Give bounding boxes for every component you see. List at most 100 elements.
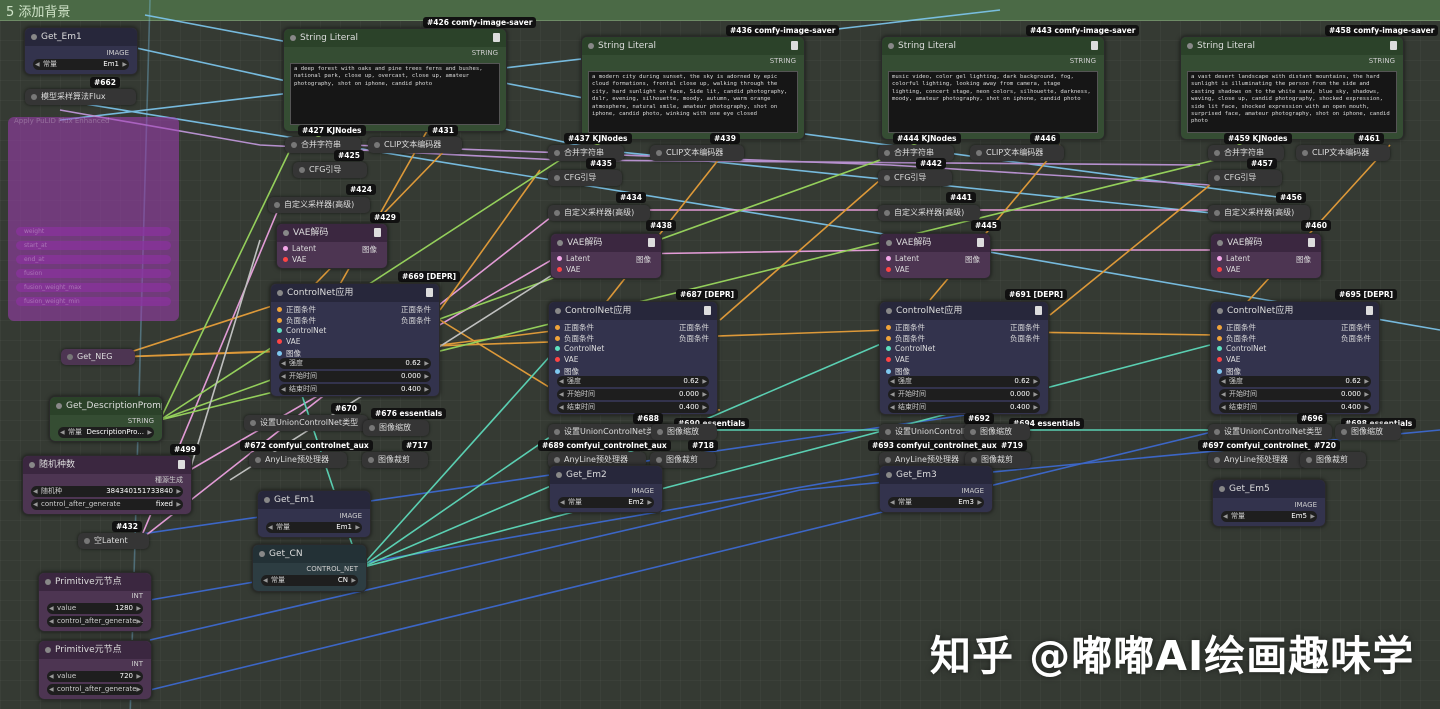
get-em-constant[interactable]: 常量Em1 [266,522,362,533]
vae-input[interactable]: VAE [566,265,581,274]
anyline-preprocessor-node[interactable]: AnyLine预处理器 [1208,452,1306,468]
string-literal-node[interactable]: String Literal STRING a deep forest with… [283,28,507,132]
pulid-node-bypassed[interactable]: Apply PuLID Flux Enhanced weight start_a… [8,117,179,321]
latent-input[interactable]: Latent [566,254,590,263]
get-em-node[interactable]: Get_Em2 IMAGE 常量Em2 [549,465,663,513]
vae-input[interactable]: VAE [292,255,307,264]
start-percent-widget[interactable]: 开始时间0.000 [1219,389,1371,400]
latent-input[interactable]: Latent [292,244,316,253]
get-em-node[interactable]: Get_Em3 IMAGE 常量Em3 [879,465,993,513]
get-description-output[interactable]: STRING [128,417,154,425]
pulid-start-at[interactable]: start_at [16,241,171,250]
document-icon[interactable] [1308,238,1315,247]
positive-output[interactable]: 正面条件 [679,322,709,333]
pulid-end-at[interactable]: end_at [16,255,171,264]
cfg-guider-node[interactable]: CFG引导 [548,170,622,186]
empty-latent-node[interactable]: 空Latent [78,533,149,549]
strength-widget[interactable]: 强度0.62 [888,376,1040,387]
end-percent-widget[interactable]: 结束时间0.400 [1219,402,1371,413]
primitive-width-control[interactable]: control_after_generate... [47,616,143,627]
positive-output[interactable]: 正面条件 [1010,322,1040,333]
get-em-node[interactable]: Get_Em1 IMAGE 常量Em1 [257,490,371,538]
pulid-fusion-min[interactable]: fusion_weight_min [16,297,171,306]
primitive-height-node[interactable]: Primitive元节点 INT value720 control_after_… [38,640,152,700]
prompt-textarea[interactable]: music video, color gel lighting, dark ba… [888,71,1098,133]
graph-canvas[interactable]: 5 添加背景 Apply PuLID Flux Enhanced weight … [0,0,1440,709]
image-scale-node[interactable]: 图像缩放 [651,424,717,440]
get-cn-constant[interactable]: 常量CN [261,575,358,586]
get-em1-constant[interactable]: 常量Em1 [33,59,129,70]
primitive-height-value[interactable]: value720 [47,671,143,682]
seed-widget[interactable]: 随机种384340151733840 [31,486,183,497]
vae-decode-node[interactable]: VAE解码 Latent VAE 图像 [1210,233,1322,279]
vae-input[interactable]: VAE [895,265,910,274]
document-icon[interactable] [648,238,655,247]
model-sampling-flux-node[interactable]: 模型采样算法Flux [25,89,136,105]
latent-input[interactable]: Latent [1226,254,1250,263]
cfg-guider-node[interactable]: CFG引导 [1208,170,1282,186]
image-output[interactable]: 图像 [965,254,980,265]
pulid-fusion[interactable]: fusion [16,269,171,278]
custom-sampler-node[interactable]: 自定义采样器(高级) [548,205,650,221]
get-description-prompt-node[interactable]: Get_DescriptionPrompt STRING 常量Descripti… [49,396,163,442]
get-em-output[interactable]: IMAGE [631,487,654,495]
get-em1-node[interactable]: Get_Em1 IMAGE 常量Em1 [24,27,138,75]
image-crop-node[interactable]: 图像裁剪 [1300,452,1366,468]
end-percent-widget[interactable]: 结束时间0.400 [888,402,1040,413]
string-literal-node[interactable]: String Literal STRING a modern city duri… [581,36,805,140]
control-after-generate-widget[interactable]: control_after_generatefixed [31,499,183,510]
custom-sampler-node[interactable]: 自定义采样器(高级) [268,197,370,213]
get-cn-node[interactable]: Get_CN CONTROL_NET 常量CN [252,544,367,592]
pulid-weight[interactable]: weight [16,227,171,236]
get-em-output[interactable]: IMAGE [961,487,984,495]
negative-output[interactable]: 负面条件 [1341,333,1371,344]
controlnet-apply-node[interactable]: ControlNet应用 正面条件 负面条件 ControlNet VAE 图像… [270,283,440,397]
custom-sampler-node[interactable]: 自定义采样器(高级) [878,205,980,221]
primitive-width-value[interactable]: value1280 [47,603,143,614]
get-em-output[interactable]: IMAGE [339,512,362,520]
prompt-textarea[interactable]: a vast desert landscape with distant mou… [1187,71,1397,133]
document-icon[interactable] [1091,41,1098,50]
vae-decode-node[interactable]: VAE解码 Latent VAE 图像 [276,223,388,269]
image-output[interactable]: 图像 [636,254,651,265]
get-em-constant[interactable]: 常量Em3 [888,497,984,508]
string-literal-node[interactable]: String Literal STRING music video, color… [881,36,1105,140]
primitive-height-control[interactable]: control_after_generate. [47,684,143,695]
document-icon[interactable] [493,33,500,42]
cfg-guider-node[interactable]: CFG引导 [293,162,367,178]
clip-text-encode-node[interactable]: CLIP文本编码器 [368,137,462,153]
image-scale-node[interactable]: 图像缩放 [1335,424,1401,440]
image-output[interactable]: 图像 [362,244,377,255]
random-seed-node[interactable]: 随机种数 種源生成 随机种384340151733840 control_aft… [22,455,192,515]
primitive-width-output[interactable]: INT [131,592,143,600]
get-em-output[interactable]: IMAGE [1294,501,1317,509]
document-icon[interactable] [977,238,984,247]
image-scale-node[interactable]: 图像缩放 [363,420,429,436]
negative-output[interactable]: 负面条件 [401,315,431,326]
controlnet-apply-node[interactable]: ControlNet应用 正面条件 负面条件 ControlNet VAE 图像… [1210,301,1380,415]
random-seed-output[interactable]: 種源生成 [155,475,183,485]
anyline-preprocessor-node[interactable]: AnyLine预处理器 [249,452,347,468]
start-percent-widget[interactable]: 开始时间0.000 [888,389,1040,400]
clip-text-encode-node[interactable]: CLIP文本编码器 [650,145,744,161]
get-em-node[interactable]: Get_Em5 IMAGE 常量Em5 [1212,479,1326,527]
document-icon[interactable] [426,288,433,297]
image-scale-node[interactable]: 图像缩放 [964,424,1030,440]
get-description-constant[interactable]: 常量DescriptionPro... [58,427,154,438]
start-percent-widget[interactable]: 开始时间0.000 [279,371,431,382]
string-output[interactable]: STRING [1369,57,1395,65]
group-header[interactable]: 5 添加背景 [0,0,1440,21]
prompt-textarea[interactable]: a modern city during sunset, the sky is … [588,71,798,133]
document-icon[interactable] [1390,41,1397,50]
vae-decode-node[interactable]: VAE解码 Latent VAE 图像 [550,233,662,279]
get-em1-output[interactable]: IMAGE [106,49,129,57]
document-icon[interactable] [1366,306,1373,315]
get-em-constant[interactable]: 常量Em2 [558,497,654,508]
latent-input[interactable]: Latent [895,254,919,263]
end-percent-widget[interactable]: 结束时间0.400 [557,402,709,413]
string-output[interactable]: STRING [1070,57,1096,65]
strength-widget[interactable]: 强度0.62 [1219,376,1371,387]
clip-text-encode-node[interactable]: CLIP文本编码器 [970,145,1064,161]
document-icon[interactable] [704,306,711,315]
prompt-textarea[interactable]: a deep forest with oaks and pine trees f… [290,63,500,125]
